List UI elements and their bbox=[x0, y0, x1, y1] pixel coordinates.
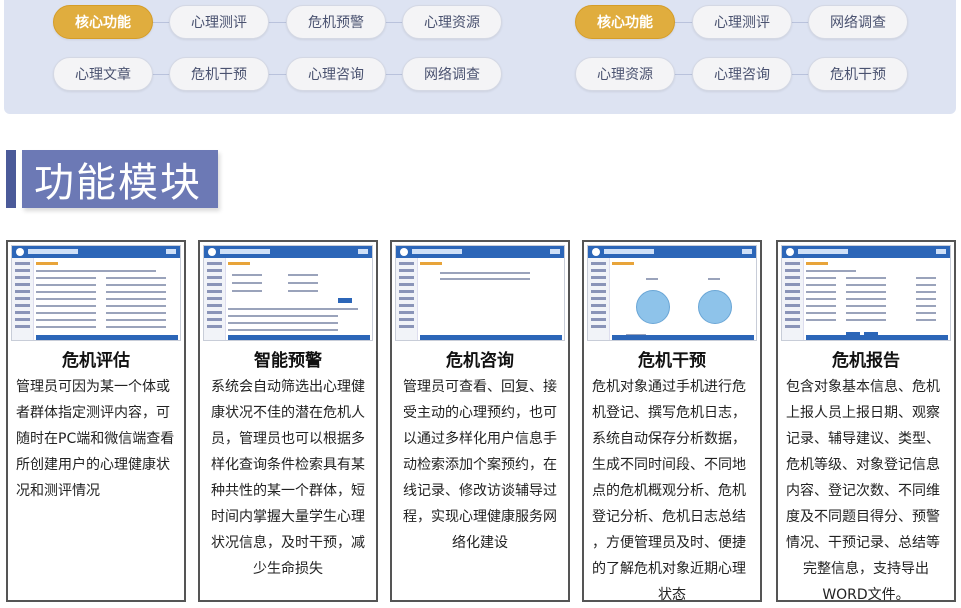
nav-right-crisis-intervention[interactable]: 危机干预 bbox=[808, 57, 908, 91]
card-title: 智能预警 bbox=[254, 351, 322, 371]
card-title: 危机报告 bbox=[832, 351, 900, 371]
screenshot-thumbnail bbox=[395, 245, 565, 341]
feature-card-crisis-intervention: 危机干预 危机对象通过手机进行危 机登记、撰写危机日志， 系统自动保存分析数据，… bbox=[582, 240, 762, 603]
screenshot-thumbnail bbox=[587, 245, 757, 341]
section-title-accent bbox=[6, 150, 16, 208]
screenshot-thumbnail bbox=[11, 245, 181, 341]
screenshot-thumbnail bbox=[203, 245, 373, 341]
card-description: 管理员可因为某一个体或 者群体指定测评内容，可 随时在PC端和微信端查看 所创建… bbox=[16, 379, 175, 499]
feature-card-smart-warning: 智能预警 系统会自动筛选出心理健 康状况不佳的潜在危机人 员，管理员也可以根据多… bbox=[198, 240, 378, 602]
nav-right-psych-resources[interactable]: 心理资源 bbox=[575, 57, 675, 91]
nav-left-psych-articles[interactable]: 心理文章 bbox=[53, 57, 153, 91]
card-title: 危机评估 bbox=[62, 351, 130, 371]
card-description: 管理员可查看、回复、接 受主动的心理预约，也可 以通过多样化用户信息手 动检索添… bbox=[403, 379, 557, 551]
nav-left-crisis-warning[interactable]: 危机预警 bbox=[286, 5, 386, 39]
nav-left-psych-resources[interactable]: 心理资源 bbox=[402, 5, 502, 39]
nav-left-crisis-intervention[interactable]: 危机干预 bbox=[169, 57, 269, 91]
nav-left-psych-assessment[interactable]: 心理测评 bbox=[169, 5, 269, 39]
screenshot-thumbnail bbox=[781, 245, 951, 341]
section-title: 功能模块 bbox=[22, 150, 218, 208]
card-title: 危机咨询 bbox=[446, 351, 514, 371]
nav-right-psych-consulting[interactable]: 心理咨询 bbox=[692, 57, 792, 91]
feature-card-crisis-consulting: 危机咨询 管理员可查看、回复、接 受主动的心理预约，也可 以通过多样化用户信息手… bbox=[390, 240, 570, 602]
navigation-panel: 核心功能 心理测评 危机预警 心理资源 心理文章 危机干预 心理咨询 网络调查 … bbox=[4, 0, 956, 114]
card-description: 系统会自动筛选出心理健 康状况不佳的潜在危机人 员，管理员也可以根据多 样化查询… bbox=[211, 379, 365, 577]
nav-right-online-survey[interactable]: 网络调查 bbox=[808, 5, 908, 39]
nav-left-core-functions[interactable]: 核心功能 bbox=[53, 5, 153, 39]
feature-card-crisis-report: 危机报告 包含对象基本信息、危机 上报人员上报日期、观察 记录、辅导建议、类型、… bbox=[776, 240, 956, 603]
nav-left-psych-consulting[interactable]: 心理咨询 bbox=[286, 57, 386, 91]
nav-right-core-functions[interactable]: 核心功能 bbox=[575, 5, 675, 39]
card-description: 危机对象通过手机进行危 机登记、撰写危机日志， 系统自动保存分析数据， 生成不同… bbox=[592, 379, 746, 603]
feature-card-crisis-assessment: 危机评估 管理员可因为某一个体或 者群体指定测评内容，可 随时在PC端和微信端查… bbox=[6, 240, 186, 602]
nav-left-online-survey[interactable]: 网络调查 bbox=[402, 57, 502, 91]
card-title: 危机干预 bbox=[638, 351, 706, 371]
nav-right-psych-assessment[interactable]: 心理测评 bbox=[692, 5, 792, 39]
card-description: 包含对象基本信息、危机 上报人员上报日期、观察 记录、辅导建议、类型、 危机等级… bbox=[786, 379, 940, 603]
